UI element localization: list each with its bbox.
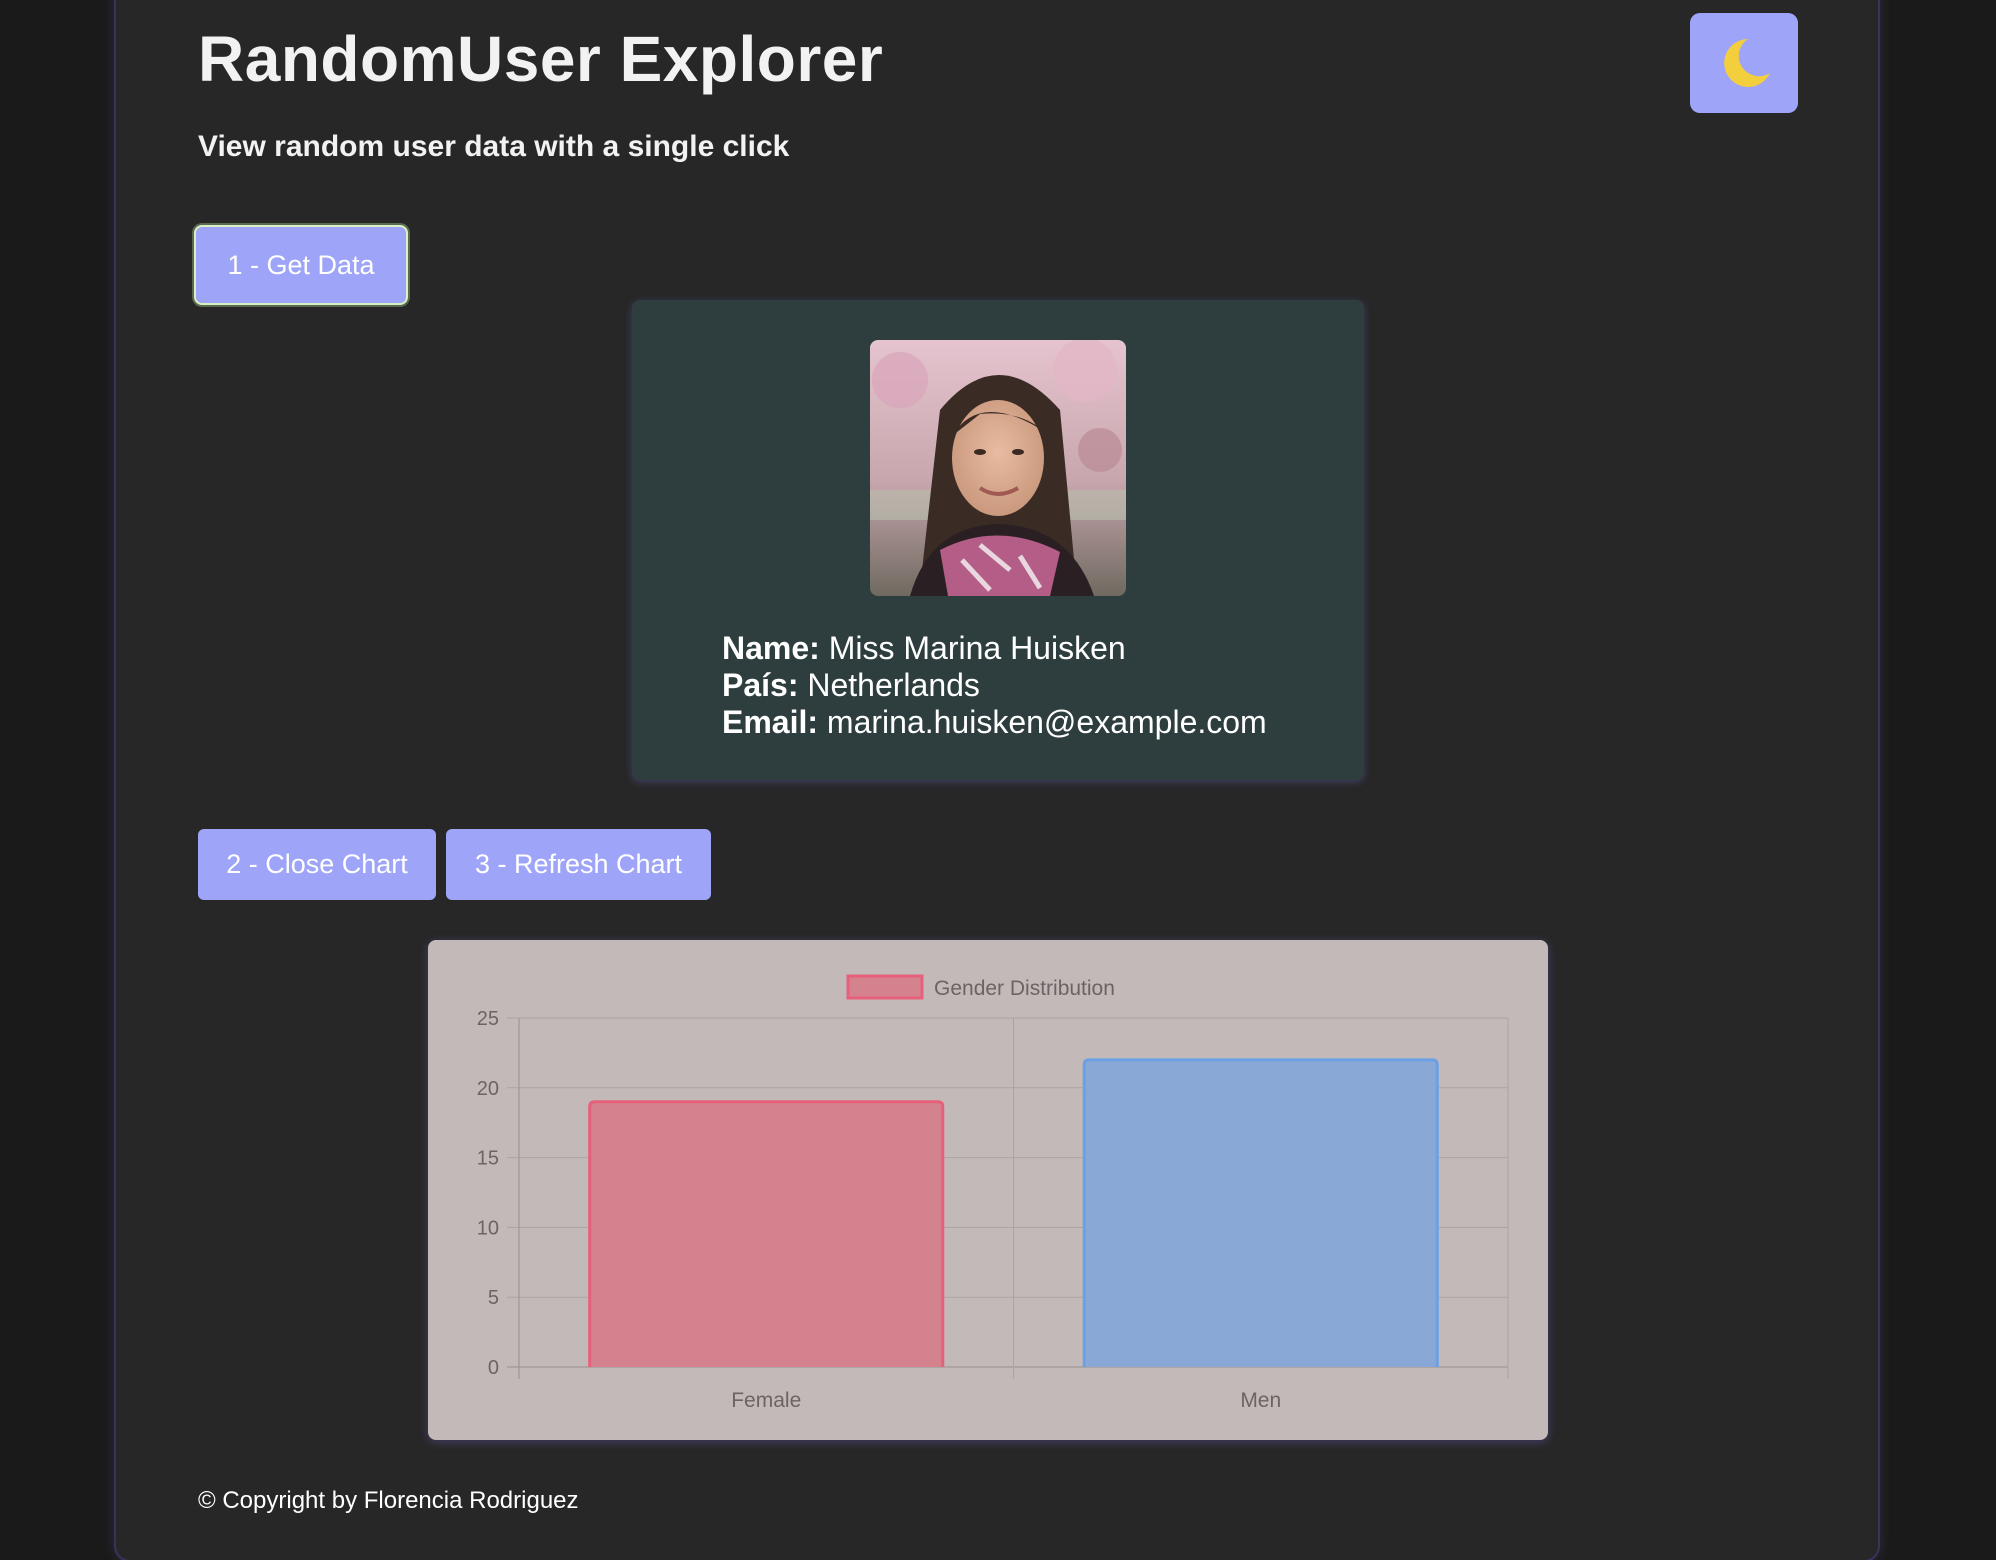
y-tick-label: 15 [477,1148,499,1170]
gender-chart-svg: 0 5 10 15 20 25 Female Men Gender Distribution [477,974,1509,1412]
y-tick-label: 20 [477,1078,499,1100]
user-card: Name: Miss Marina Huisken País: Netherla… [632,300,1364,780]
crescent-moon-icon [1724,39,1770,87]
gender-chart: 0 5 10 15 20 25 Female Men Gender Distribution [428,940,1548,1440]
page-title: RandomUser Explorer [198,23,884,95]
y-tick-label: 25 [477,1008,499,1030]
user-email: marina.huisken@example.com [826,704,1267,740]
user-email-row: Email: marina.huisken@example.com [722,704,1267,740]
theme-toggle-button[interactable] [1690,13,1798,113]
page-subtitle: View random user data with a single clic… [198,130,790,163]
close-chart-button[interactable]: 2 - Close Chart [198,829,436,900]
bar-female [588,1100,945,1367]
user-avatar [870,340,1126,596]
footer-copyright: © Copyright by Florencia Rodriguez [198,1487,579,1514]
x-tick-label: Female [731,1389,801,1412]
x-tick-label: Men [1240,1389,1281,1412]
y-tick-label: 5 [488,1287,499,1309]
legend-swatch [846,974,924,1000]
refresh-chart-button[interactable]: 3 - Refresh Chart [446,829,711,900]
get-data-button[interactable]: 1 - Get Data [196,227,406,303]
user-country: Netherlands [807,667,980,703]
bar-men [1082,1058,1439,1367]
y-tick-label: 10 [477,1217,499,1239]
user-country-row: País: Netherlands [722,667,980,703]
legend-label: Gender Distribution [934,977,1115,1000]
user-name: Miss Marina Huisken [828,630,1126,666]
user-name-row: Name: Miss Marina Huisken [722,630,1126,666]
y-tick-label: 0 [488,1357,499,1379]
